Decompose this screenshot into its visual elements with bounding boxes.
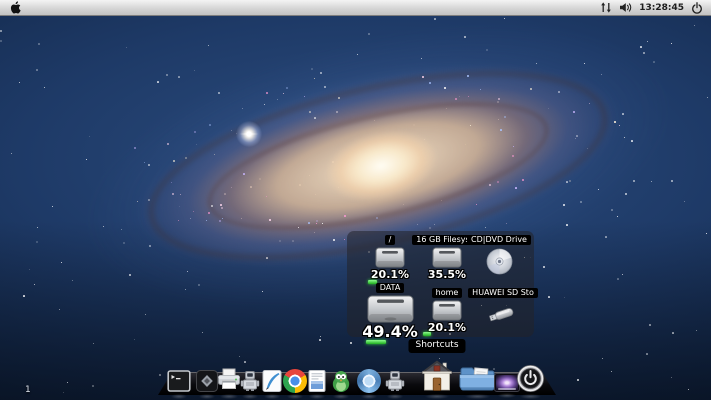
workspace-indicator: 1 bbox=[25, 385, 31, 395]
apple-menu-icon[interactable] bbox=[10, 1, 21, 14]
drive-home-usage: 20.1% bbox=[427, 321, 467, 334]
drive-data-usage: 49.4% bbox=[362, 322, 418, 341]
volume-icon[interactable] bbox=[619, 2, 632, 13]
drive-cddvd[interactable]: CD|DVD Drive bbox=[467, 235, 531, 275]
documents-folder-icon[interactable] bbox=[459, 362, 496, 399]
shortcuts-home-icon[interactable] bbox=[420, 359, 454, 399]
galaxy-sparkles bbox=[0, 0, 711, 400]
drive-16gb-usage: 35.5% bbox=[427, 268, 467, 281]
hard-drive-icon bbox=[432, 300, 462, 321]
drive-cddvd-label: CD|DVD Drive bbox=[467, 235, 531, 245]
drive-home[interactable]: home 20.1% bbox=[421, 288, 473, 336]
libreoffice-writer-icon[interactable] bbox=[305, 369, 329, 399]
menubar: 13:28:45 bbox=[0, 0, 711, 16]
dock-tooltip: Shortcuts bbox=[408, 339, 466, 353]
usb-stick-icon bbox=[486, 303, 520, 325]
optical-disc-icon bbox=[486, 248, 513, 275]
drives-panel: / 20.1% 16 GB Filesyste 35.5% CD|DVD Dri… bbox=[347, 231, 538, 344]
chromium-icon[interactable] bbox=[357, 369, 381, 399]
drive-huawei-sd[interactable]: HUAWEI SD Sto bbox=[468, 288, 538, 325]
network-traffic-icon[interactable] bbox=[600, 2, 612, 13]
robot-utility-icon[interactable] bbox=[238, 369, 262, 399]
terminal-icon[interactable] bbox=[167, 369, 191, 399]
green-bird-icon[interactable] bbox=[329, 369, 353, 399]
desktop-wallpaper bbox=[0, 0, 711, 400]
text-editor-icon[interactable] bbox=[260, 369, 284, 399]
usage-bar bbox=[423, 332, 431, 336]
power-menu-icon[interactable] bbox=[691, 1, 703, 14]
google-chrome-icon[interactable] bbox=[283, 369, 307, 399]
power-button-icon[interactable] bbox=[516, 364, 545, 399]
drive-root-usage: 20.1% bbox=[370, 268, 410, 281]
drive-huawei-sd-label: HUAWEI SD Sto bbox=[468, 288, 538, 298]
drive-home-label: home bbox=[431, 288, 463, 298]
hard-drive-icon bbox=[375, 247, 405, 268]
drive-root-label: / bbox=[384, 235, 396, 245]
robot-utility-2-icon[interactable] bbox=[383, 369, 407, 399]
menubar-clock[interactable]: 13:28:45 bbox=[639, 3, 684, 13]
usage-bar bbox=[366, 340, 386, 344]
drive-data-label: DATA bbox=[375, 283, 405, 293]
bright-star bbox=[236, 121, 262, 147]
hard-drive-icon bbox=[432, 247, 462, 268]
drive-root[interactable]: / 20.1% bbox=[365, 235, 415, 284]
drive-data[interactable]: DATA 49.4% bbox=[361, 283, 419, 344]
hard-drive-large-icon bbox=[367, 295, 414, 323]
